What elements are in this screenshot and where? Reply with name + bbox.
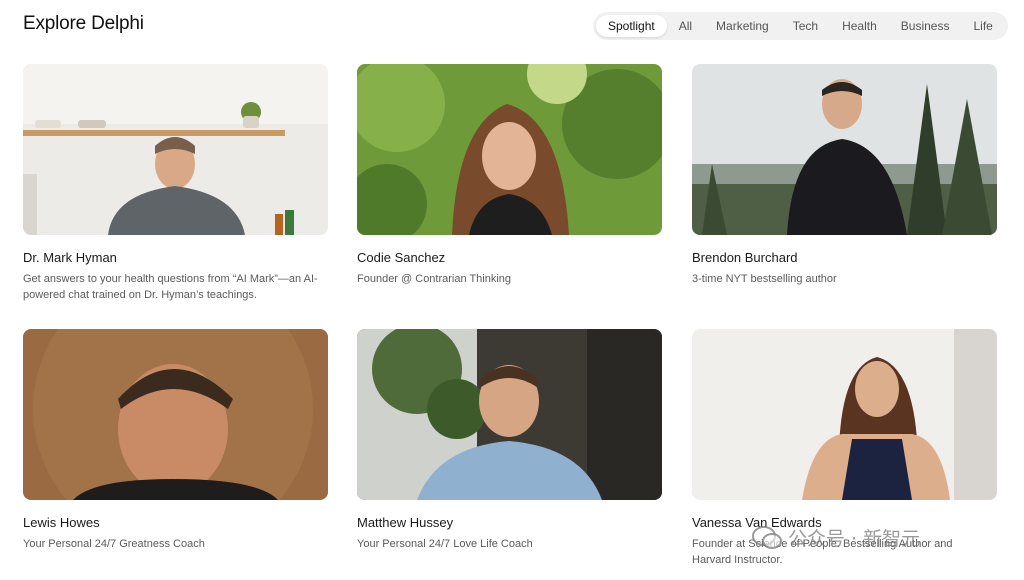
profile-photo[interactable] <box>692 64 997 235</box>
category-filter-bar: Spotlight All Marketing Tech Health Busi… <box>593 12 1008 40</box>
profile-description: Founder at Science of People. Bestsellin… <box>692 538 953 566</box>
profile-card-vanessa-van-edwards[interactable]: Vanessa Van Edwards Founder at Science o… <box>692 329 997 568</box>
profile-name: Codie Sanchez <box>357 250 446 265</box>
profile-card-mark-hyman[interactable]: Dr. Mark Hyman Get answers to your healt… <box>23 64 328 303</box>
tab-life[interactable]: Life <box>961 15 1004 37</box>
profile-card-matthew-hussey[interactable]: Matthew Hussey Your Personal 24/7 Love L… <box>357 329 662 552</box>
profile-photo[interactable] <box>23 64 328 235</box>
tab-marketing[interactable]: Marketing <box>704 15 781 37</box>
profile-photo[interactable] <box>357 64 662 235</box>
profile-photo[interactable] <box>692 329 997 500</box>
profile-name: Vanessa Van Edwards <box>692 515 822 530</box>
profile-card-codie-sanchez[interactable]: Codie Sanchez Founder @ Contrarian Think… <box>357 64 662 287</box>
profile-photo[interactable] <box>357 329 662 500</box>
tab-business[interactable]: Business <box>889 15 962 37</box>
tab-tech[interactable]: Tech <box>781 15 830 37</box>
page-title: Explore Delphi <box>23 13 144 34</box>
profile-name: Matthew Hussey <box>357 515 454 530</box>
profile-card-lewis-howes[interactable]: Lewis Howes Your Personal 24/7 Greatness… <box>23 329 328 552</box>
profile-name: Dr. Mark Hyman <box>23 250 117 265</box>
tab-health[interactable]: Health <box>830 15 889 37</box>
profile-description: Your Personal 24/7 Love Life Coach <box>357 538 533 550</box>
profile-description: Get answers to your health questions fro… <box>23 273 318 301</box>
profile-photo[interactable] <box>23 329 328 500</box>
tab-all[interactable]: All <box>667 15 704 37</box>
profile-card-brendon-burchard[interactable]: Brendon Burchard 3-time NYT bestselling … <box>692 64 997 287</box>
profile-description: Your Personal 24/7 Greatness Coach <box>23 538 205 550</box>
profile-description: Founder @ Contrarian Thinking <box>357 273 512 285</box>
profile-name: Brendon Burchard <box>692 250 798 265</box>
tab-spotlight[interactable]: Spotlight <box>596 15 667 37</box>
profile-description: 3-time NYT bestselling author <box>692 273 837 285</box>
profile-name: Lewis Howes <box>23 515 100 530</box>
